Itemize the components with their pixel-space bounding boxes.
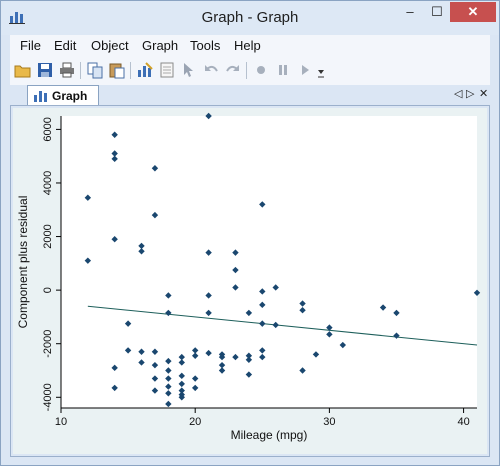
data-editor-icon[interactable]	[158, 61, 176, 79]
save-icon[interactable]	[36, 61, 54, 79]
graph-area: -4000 -2000 0 2000 4000 6000 10 20 30 40 Mileage (…	[13, 108, 487, 454]
scatter-chart: -4000 -2000 0 2000 4000 6000 10 20 30 40 Mileage (…	[16, 112, 481, 442]
menu-help[interactable]: Help	[234, 38, 261, 53]
menu-edit[interactable]: Edit	[54, 38, 76, 53]
menu-tools[interactable]: Tools	[190, 38, 220, 53]
graph-tab-icon	[34, 91, 47, 102]
x-tick-label: 40	[457, 416, 469, 428]
y-tick-label: 6000	[42, 117, 54, 141]
record-icon[interactable]	[252, 61, 270, 79]
dropdown-icon[interactable]	[316, 61, 326, 79]
y-tick-label: -2000	[42, 330, 54, 358]
maximize-button[interactable]: ☐	[424, 2, 450, 22]
x-tick-label: 10	[55, 416, 67, 428]
tab-next-icon[interactable]: ▷	[466, 87, 474, 100]
minimize-button[interactable]: –	[396, 2, 424, 22]
graph-editor-icon[interactable]	[136, 61, 154, 79]
toolbar-separator	[246, 62, 247, 79]
plot-region	[61, 116, 477, 408]
graph-window: Graph - Graph – ☐ ✕ File Edit Object Gra…	[0, 0, 500, 466]
toolbar	[10, 57, 490, 85]
graph-panel: -4000 -2000 0 2000 4000 6000 10 20 30 40 Mileage (…	[10, 105, 490, 457]
y-axis-label: Component plus residual	[16, 196, 30, 329]
tab-prev-icon[interactable]: ◁	[454, 87, 462, 100]
paste-icon[interactable]	[108, 61, 126, 79]
copy-icon[interactable]	[86, 61, 104, 79]
tab-graph-label: Graph	[52, 89, 88, 103]
pointer-icon[interactable]	[180, 61, 198, 79]
pause-icon[interactable]	[274, 61, 292, 79]
menu-file[interactable]: File	[20, 38, 41, 53]
menu-graph[interactable]: Graph	[142, 38, 178, 53]
x-axis-label: Mileage (mpg)	[231, 428, 308, 442]
undo-icon[interactable]	[202, 61, 220, 79]
menu-object[interactable]: Object	[91, 38, 129, 53]
x-tick-label: 30	[323, 416, 335, 428]
menu-bar: File Edit Object Graph Tools Help	[10, 35, 490, 57]
close-button[interactable]: ✕	[450, 2, 496, 22]
y-tick-label: 0	[42, 287, 54, 293]
title-bar[interactable]: Graph - Graph – ☐ ✕	[1, 1, 499, 35]
redo-icon[interactable]	[224, 61, 242, 79]
toolbar-separator	[80, 62, 81, 79]
tab-close-icon[interactable]: ✕	[479, 87, 488, 100]
y-tick-label: -4000	[42, 383, 54, 411]
play-icon[interactable]	[296, 61, 314, 79]
tab-graph[interactable]: Graph	[27, 85, 99, 105]
y-tick-label: 2000	[42, 224, 54, 248]
toolbar-separator	[130, 62, 131, 79]
print-icon[interactable]	[58, 61, 76, 79]
y-tick-label: 4000	[42, 171, 54, 195]
x-tick-label: 20	[189, 416, 201, 428]
open-icon[interactable]	[14, 61, 32, 79]
document-tab-row: Graph ◁ ▷ ✕	[10, 85, 490, 105]
